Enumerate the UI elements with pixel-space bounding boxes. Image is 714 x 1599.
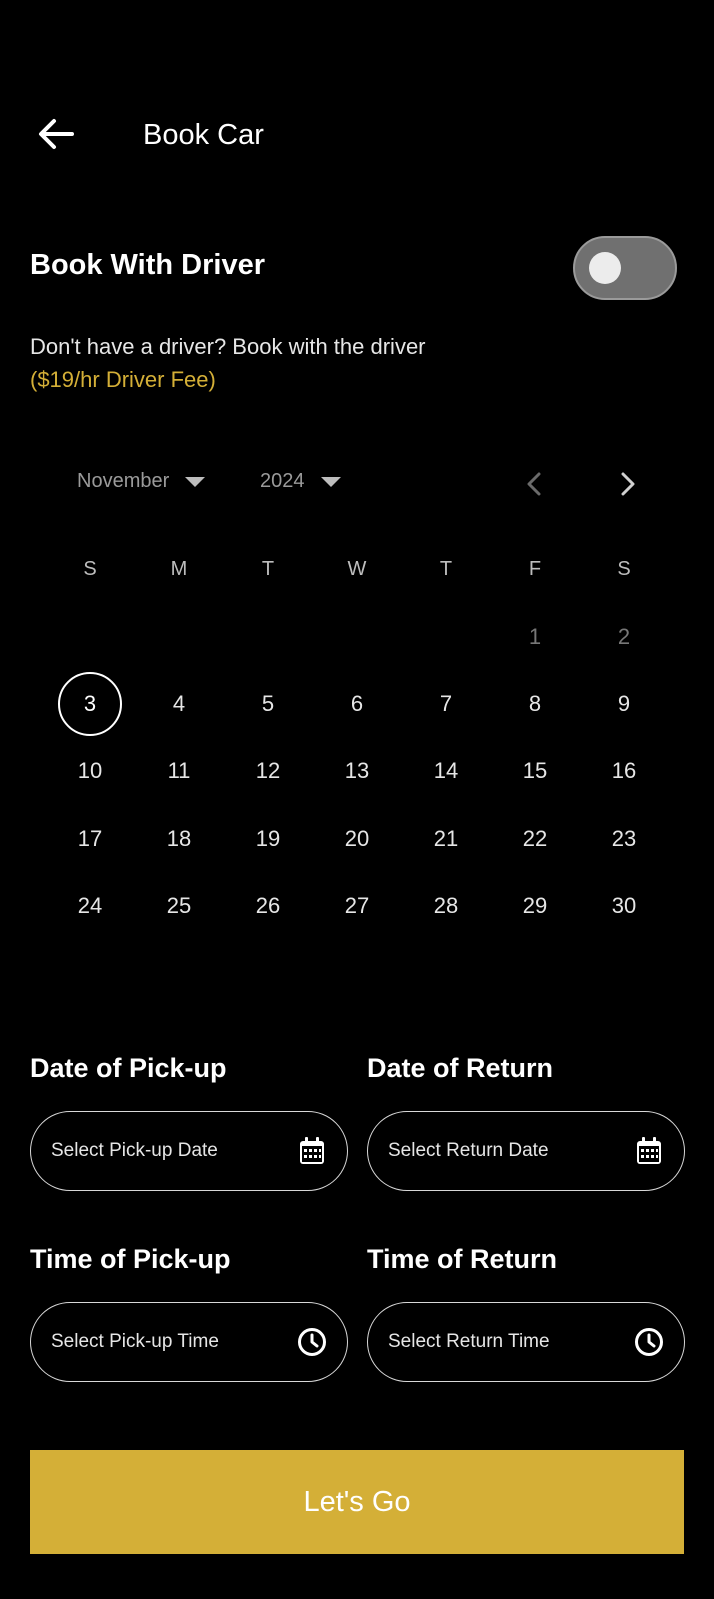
calendar-day[interactable]: 19	[236, 807, 300, 871]
month-dropdown[interactable]: November	[77, 470, 206, 493]
pickup-date-field[interactable]: Select Pick-up Date	[30, 1111, 348, 1191]
lets-go-button[interactable]: Let's Go	[30, 1450, 684, 1554]
calendar-day[interactable]: 9	[592, 672, 656, 736]
pickup-date-placeholder: Select Pick-up Date	[51, 1140, 218, 1161]
year-dropdown[interactable]: 2024	[260, 470, 341, 493]
calendar-day[interactable]: 5	[236, 672, 300, 736]
calendar-day[interactable]: 4	[147, 672, 211, 736]
calendar-icon[interactable]	[634, 1136, 664, 1166]
return-time-field[interactable]: Select Return Time	[367, 1302, 685, 1382]
caret-down-icon	[320, 476, 341, 487]
calendar-day[interactable]: 30	[592, 874, 656, 938]
calendar-day[interactable]: 28	[414, 874, 478, 938]
arrow-left-icon	[39, 119, 74, 149]
clock-icon[interactable]	[297, 1327, 327, 1357]
calendar-day[interactable]: 18	[147, 807, 211, 871]
chevron-left-icon	[527, 472, 541, 496]
driver-fee: ($19/hr Driver Fee)	[30, 367, 216, 392]
clock-icon[interactable]	[634, 1327, 664, 1357]
calendar-day[interactable]: 23	[592, 807, 656, 871]
weekday-header: F	[528, 557, 542, 580]
weekday-header: S	[617, 557, 631, 580]
calendar-day[interactable]: 21	[414, 807, 478, 871]
calendar-day-selected[interactable]: 3	[58, 672, 122, 736]
calendar-day[interactable]: 16	[592, 739, 656, 803]
pickup-time-label: Time of Pick-up	[30, 1244, 231, 1274]
book-with-driver-title: Book With Driver	[30, 249, 265, 281]
return-date-placeholder: Select Return Date	[388, 1140, 549, 1161]
calendar-day[interactable]: 11	[147, 739, 211, 803]
calendar-day[interactable]: 13	[325, 739, 389, 803]
prev-month-button[interactable]	[516, 466, 552, 502]
weekday-header: S	[83, 557, 97, 580]
return-date-label: Date of Return	[367, 1053, 554, 1083]
next-month-button[interactable]	[610, 466, 646, 502]
calendar-day[interactable]: 10	[58, 739, 122, 803]
weekday-header: M	[170, 557, 188, 580]
calendar-day[interactable]: 2	[592, 605, 656, 669]
calendar-day[interactable]: 12	[236, 739, 300, 803]
page-title: Book Car	[143, 119, 264, 151]
calendar-day[interactable]: 7	[414, 672, 478, 736]
calendar-day[interactable]: 6	[325, 672, 389, 736]
calendar-day[interactable]: 8	[503, 672, 567, 736]
toggle-knob	[589, 252, 621, 284]
weekday-header: T	[439, 557, 453, 580]
book-with-driver-toggle[interactable]	[573, 236, 677, 300]
chevron-right-icon	[621, 472, 635, 496]
pickup-date-label: Date of Pick-up	[30, 1053, 227, 1083]
calendar-day[interactable]: 25	[147, 874, 211, 938]
calendar-day[interactable]: 15	[503, 739, 567, 803]
return-date-field[interactable]: Select Return Date	[367, 1111, 685, 1191]
calendar-day[interactable]: 1	[503, 605, 567, 669]
calendar-day[interactable]: 22	[503, 807, 567, 871]
pickup-time-field[interactable]: Select Pick-up Time	[30, 1302, 348, 1382]
month-label: November	[77, 470, 170, 492]
return-time-placeholder: Select Return Time	[388, 1331, 550, 1352]
pickup-time-placeholder: Select Pick-up Time	[51, 1331, 219, 1352]
calendar-day[interactable]: 29	[503, 874, 567, 938]
back-button[interactable]	[30, 108, 82, 160]
calendar-icon[interactable]	[297, 1136, 327, 1166]
calendar-day[interactable]: 26	[236, 874, 300, 938]
calendar-day[interactable]: 14	[414, 739, 478, 803]
calendar-day[interactable]: 20	[325, 807, 389, 871]
year-label: 2024	[260, 470, 305, 492]
calendar-day[interactable]: 27	[325, 874, 389, 938]
caret-down-icon	[185, 476, 206, 487]
weekday-header: T	[261, 557, 275, 580]
calendar-day[interactable]: 24	[58, 874, 122, 938]
weekday-header: W	[347, 557, 367, 580]
return-time-label: Time of Return	[367, 1244, 558, 1274]
calendar-day[interactable]: 17	[58, 807, 122, 871]
driver-description: Don't have a driver? Book with the drive…	[30, 334, 426, 359]
